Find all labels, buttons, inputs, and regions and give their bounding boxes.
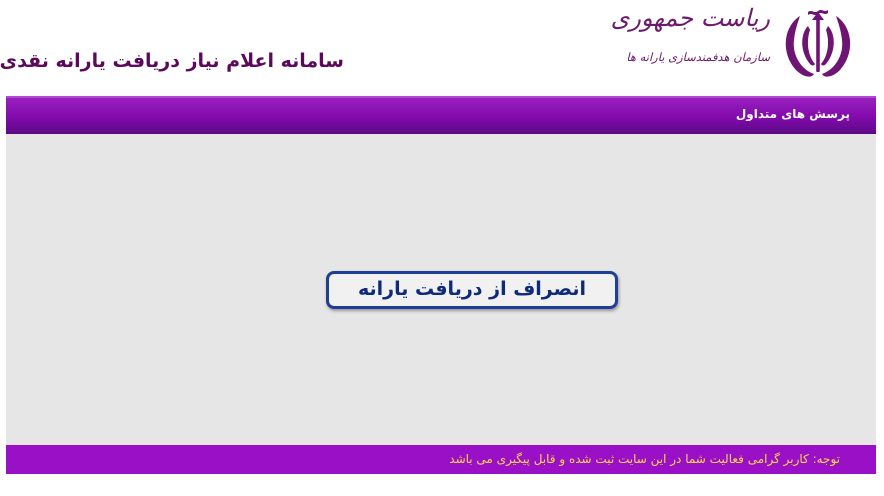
page-header: سامانه اعلام نیاز دریافت یارانه نقدی ریا…	[0, 0, 884, 96]
footer-notice: توجه: کاربر گرامی فعالیت شما در این سایت…	[449, 452, 840, 466]
organization-name: سازمان هدفمندسازی یارانه ها	[626, 50, 770, 64]
footer-bar: توجه: کاربر گرامی فعالیت شما در این سایت…	[6, 445, 876, 474]
presidency-logotype: ریاست جمهوری	[610, 4, 770, 32]
iran-emblem-icon	[785, 10, 851, 77]
site-title: سامانه اعلام نیاز دریافت یارانه نقدی	[0, 50, 344, 72]
faq-link[interactable]: پرسش های متداول	[736, 107, 850, 121]
top-navigation-bar: پرسش های متداول	[6, 96, 876, 134]
cancel-subsidy-button[interactable]: انصراف از دریافت یارانه	[326, 271, 618, 309]
